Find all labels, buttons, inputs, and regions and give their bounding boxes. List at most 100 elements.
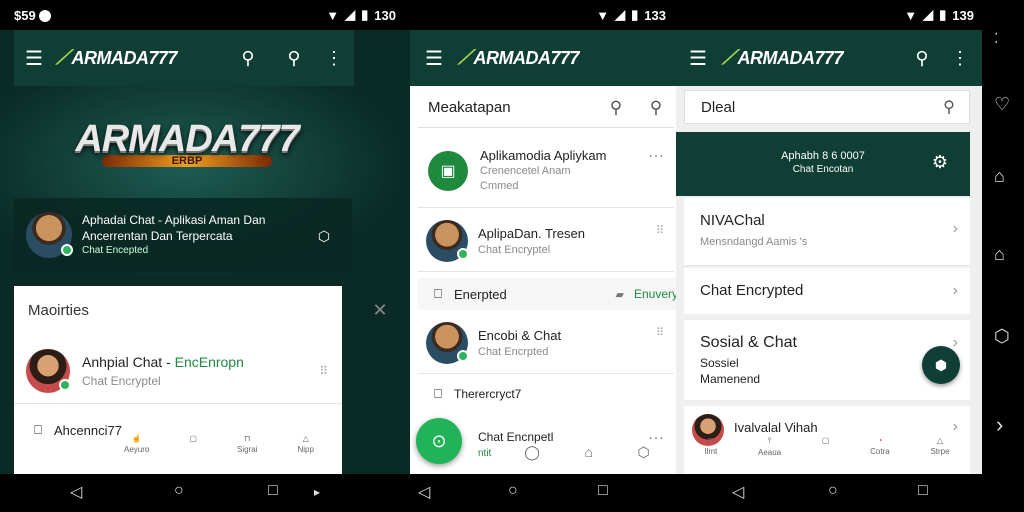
app-bar-2: ☰ ⟋ ARMADA777 [410, 30, 682, 86]
more-vert-icon[interactable]: ⋮ [322, 46, 346, 70]
search-icon[interactable]: ⚲ [604, 96, 628, 120]
fab-button[interactable]: ⊙ [416, 418, 462, 464]
recents-icon[interactable]: □ [918, 482, 928, 500]
more-horiz-icon[interactable]: ⋯ [648, 146, 664, 166]
chevron-right-icon: › [952, 418, 958, 435]
chat-status: Chat Encryptel [82, 373, 161, 388]
wifi-icon: ▼ [596, 7, 610, 23]
search-icon[interactable]: ⚲ [937, 95, 961, 119]
shield-icon[interactable]: ⬡ [994, 326, 1010, 347]
status-battery-text: 139 [952, 7, 974, 23]
tab-1[interactable]: ⊓ Ilmt [704, 436, 717, 472]
search-icon-2[interactable]: ⚲ [282, 46, 306, 70]
search-input[interactable]: Meakatapan [428, 99, 511, 116]
lock-icon: ⎕ [434, 386, 442, 401]
home-icon[interactable]: ⌂ [994, 244, 1005, 265]
list-item[interactable]: Ivalvalal Vihah › ⊓ Ilmt ⫯ Aeaua ▢ ◔ Cotra … [684, 406, 970, 474]
item-line1: Chat Encrpted [478, 345, 549, 358]
contact-avatar [26, 348, 71, 393]
wifi-icon: ▼ [326, 7, 340, 23]
battery-icon: ▮ [939, 7, 947, 22]
heart-shield-icon[interactable]: ♡ [994, 94, 1010, 115]
panel-2: ▼ ◢ ▮ 133 ☰ ⟋ ARMADA777 Meakatapan ⚲ ⚲ ▣ Apl… [410, 0, 682, 474]
search-icon[interactable]: ⚲ [910, 46, 934, 70]
bottom-tabs: ⊓ Ilmt ⫯ Aeaua ▢ ◔ Cotra △ Strpe [684, 436, 970, 472]
item-title: Encobi & Chat [478, 327, 562, 343]
list-item[interactable]: ▣ Aplikamodia Apliykam Crenencetel Anam … [418, 134, 674, 208]
profile-title: Aphadai Chat - Aplikasi Aman Dan [82, 212, 266, 227]
tab-2[interactable]: ⫯ Aeaua [758, 436, 781, 472]
home-icon[interactable]: ○ [828, 482, 838, 500]
search-bar[interactable]: Dleal ⚲ [684, 90, 970, 124]
menu-icon[interactable]: ☰ [22, 46, 46, 70]
battery-icon: ▮ [361, 7, 369, 22]
tab-2[interactable]: ▢ [189, 434, 197, 470]
list-item[interactable]: AplipaDan. Tresen Chat Encryptel ⠿ [418, 210, 674, 272]
battery-icon: ▮ [631, 7, 639, 22]
tab-icon: ⊓ [707, 436, 714, 445]
home-outline-icon[interactable]: ⌂ [994, 166, 1005, 187]
bell-icon: △ [936, 436, 944, 445]
recents-icon[interactable]: □ [598, 482, 608, 500]
bottom-tabs: ☝ Aeyuro ▢ ⊓ Sigrai △ Nipp [104, 434, 334, 470]
tab-4[interactable]: △ Nipp [297, 434, 313, 470]
search-icon-2[interactable]: ⚲ [644, 96, 668, 120]
tab-4[interactable]: ◔ Cotra [870, 436, 890, 472]
contact-avatar [426, 219, 469, 262]
home-icon[interactable]: ⌂ [584, 444, 592, 470]
menu-icon[interactable]: ☰ [422, 46, 446, 70]
add-chat-icon: ⊙ [431, 430, 447, 451]
back-icon[interactable]: ◁ [418, 482, 430, 502]
search-input[interactable]: Dleal [701, 99, 735, 116]
shield-icon[interactable]: ⬡ [637, 444, 649, 470]
list-item[interactable]: NIVAChal Mensndangd Aamis 's › [684, 198, 970, 266]
list-item[interactable]: Anhpial Chat - EncEnropn Chat Encryptel … [14, 338, 342, 404]
profile-card[interactable]: Aphadai Chat - Aplikasi Aman Dan Ancerre… [14, 198, 352, 272]
tab-3[interactable]: ⊓ Sigrai [237, 434, 257, 470]
status-time: $59 [14, 8, 52, 23]
play-icon[interactable]: ▸ [314, 485, 320, 499]
profile-subtitle: Ancerrentan Dan Terpercata [82, 228, 233, 243]
chat-name: Anhpial Chat - [82, 353, 175, 370]
item-subtitle: Mensndangd Aamis 's [700, 236, 808, 248]
item-title: Chat Encrypted [700, 282, 804, 299]
app-logo: ⟋ ARMADA777 [722, 46, 844, 69]
gear-icon[interactable]: ⚙ [928, 150, 952, 174]
item-line2: Cmmed [480, 180, 519, 193]
search-icon[interactable]: ⚲ [236, 46, 260, 70]
lock-icon: ⎕ [434, 286, 442, 301]
more-vert-icon[interactable]: ⋮ [948, 46, 972, 70]
tab-icon: ☝ [131, 434, 142, 443]
chevron-right-icon: › [952, 220, 958, 237]
recents-icon[interactable]: □ [268, 482, 278, 500]
hero-banner: ARMADA777 ERBP Aphadai Chat - Aplikasi A… [0, 86, 410, 282]
item-title: Chat Encnpetl [478, 430, 554, 444]
back-icon[interactable]: ◁ [70, 482, 82, 502]
tab-1[interactable]: ☝ Aeyuro [124, 434, 149, 470]
wifi-icon: ▼ [904, 7, 918, 23]
tab-3[interactable]: ▢ [822, 436, 830, 472]
back-icon[interactable]: ◁ [732, 482, 744, 502]
home-icon[interactable]: ○ [508, 482, 518, 500]
chevron-right-icon: › [952, 334, 958, 351]
menu-icon[interactable]: ☰ [686, 46, 710, 70]
tab-5[interactable]: △ Strpe [930, 436, 949, 472]
chevron-right-icon[interactable]: › [996, 412, 1003, 438]
close-icon[interactable]: ✕ [368, 298, 392, 322]
section-label: Therercryct7 [454, 387, 522, 401]
info-banner: Aphabh 8 6 0007 Chat Encotan ⚙ [676, 132, 970, 196]
section-label: Enerpted [454, 286, 507, 302]
list-item[interactable]: Chat Encrypted › [684, 268, 970, 314]
banner-subtitle: Chat Encotan [792, 164, 854, 175]
fab-button[interactable]: ⬢ [922, 346, 960, 384]
contact-avatar [426, 321, 469, 364]
search-bar[interactable]: Meakatapan ⚲ ⚲ [418, 88, 674, 128]
item-title: NIVAChal [700, 212, 765, 229]
shield-icon[interactable]: ⬡ [312, 224, 336, 248]
signal-icon: ◢ [923, 7, 934, 22]
home-icon[interactable]: ○ [174, 482, 184, 500]
chat-icon[interactable]: ◯ [524, 444, 540, 470]
list-item[interactable]: Encobi & Chat Chat Encrpted ⠿ [418, 312, 674, 374]
panel-3: ▼ ◢ ▮ 139 ☰ ⟋ ARMADA777 ⚲ ⋮ Dleal ⚲ Aphabh 8… [676, 0, 982, 474]
status-bar-3: ▼ ◢ ▮ 139 [676, 0, 982, 30]
